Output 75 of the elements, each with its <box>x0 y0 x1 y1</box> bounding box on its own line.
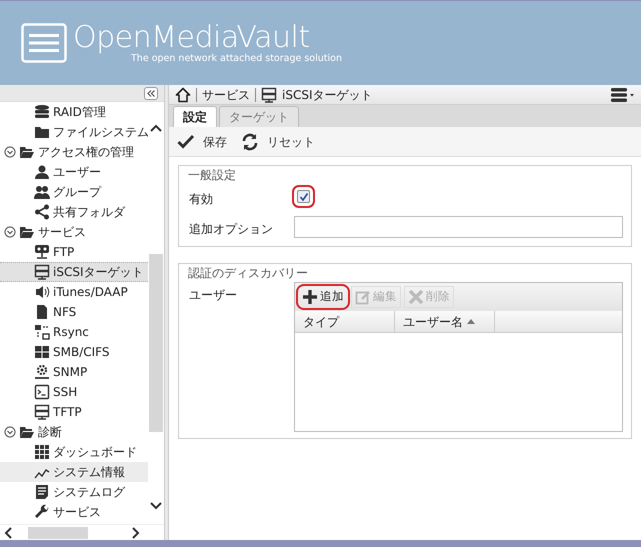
app-title: OpenMediaVault <box>73 22 310 53</box>
user-icon <box>34 164 50 180</box>
sort-ascending-icon <box>467 319 475 324</box>
windows-icon <box>34 344 50 360</box>
open-folder-icon <box>19 425 35 439</box>
logo-icon <box>21 23 67 63</box>
sync-icon <box>34 324 50 340</box>
tree-item[interactable]: 共有フォルダ <box>53 203 125 221</box>
tree-item[interactable]: ダッシュボード <box>53 443 137 461</box>
server-icon <box>261 86 277 102</box>
tree-item[interactable]: ファイルシステム <box>53 123 148 141</box>
home-icon[interactable] <box>175 86 191 102</box>
tree-item[interactable]: SMB/CIFS <box>53 343 110 361</box>
plus-icon <box>302 289 318 305</box>
tree-item[interactable]: iTunes/DAAP <box>53 283 128 301</box>
text-input-field[interactable] <box>294 216 623 238</box>
field-label: ユーザー <box>189 287 238 304</box>
scroll-down-icon[interactable] <box>150 502 162 510</box>
wrench-icon <box>34 504 50 520</box>
network-icon <box>34 244 50 260</box>
document-icon <box>34 304 50 320</box>
scroll-up-icon[interactable] <box>150 124 162 132</box>
terminal-icon <box>34 384 50 400</box>
scroll-right-icon[interactable] <box>132 526 140 538</box>
edit-icon <box>355 289 371 305</box>
toolbar-button[interactable]: 保存 <box>177 132 227 150</box>
list-document-icon <box>34 484 50 500</box>
tree-item[interactable]: グループ <box>53 183 101 201</box>
folder-icon <box>34 124 50 140</box>
server-icon <box>34 264 50 280</box>
tree-item[interactable]: TFTP <box>53 403 82 421</box>
tab[interactable]: ターゲット <box>219 106 299 127</box>
tree-item[interactable]: Rsync <box>53 323 89 341</box>
speaker-icon <box>34 284 50 300</box>
column-header[interactable]: タイプ <box>295 311 395 332</box>
column-header[interactable]: ユーザー名 <box>395 311 495 332</box>
double-chevron-icon <box>147 90 155 96</box>
tree-item[interactable]: SSH <box>53 383 78 401</box>
collapse-icon[interactable] <box>4 146 16 158</box>
menu-icon[interactable] <box>611 88 635 102</box>
tree-folder[interactable]: サービス <box>38 223 86 241</box>
users-icon <box>34 184 50 200</box>
field-label: 有効 <box>189 191 214 208</box>
grid-icon <box>34 444 50 460</box>
breadcrumb-link[interactable]: iSCSIターゲット <box>282 86 372 104</box>
scrollbar-thumb[interactable] <box>149 254 163 432</box>
app-subtitle: The open network attached storage solution <box>131 54 342 64</box>
scroll-left-icon[interactable] <box>4 526 12 538</box>
scrollbar-thumb[interactable] <box>28 526 88 538</box>
cross-icon <box>408 289 424 305</box>
tab[interactable]: 設定 <box>173 106 217 127</box>
tree-item[interactable]: FTP <box>53 243 74 261</box>
check-icon <box>177 132 195 150</box>
collapse-button[interactable] <box>144 86 158 100</box>
tree-folder[interactable]: アクセス権の管理 <box>38 143 134 161</box>
breadcrumb-link[interactable]: サービス <box>202 86 250 104</box>
tree-item[interactable]: NFS <box>53 303 76 321</box>
collapse-icon[interactable] <box>4 226 16 238</box>
refresh-icon <box>241 132 259 150</box>
toolbar-button[interactable]: リセット <box>241 132 315 150</box>
tree-item[interactable]: システムログ <box>53 483 125 501</box>
database-icon <box>34 104 50 120</box>
open-folder-icon <box>19 145 35 159</box>
tree-item[interactable]: RAID管理 <box>53 103 106 121</box>
tree-item[interactable]: サービス <box>53 503 101 521</box>
field-label: 追加オプション <box>189 221 274 238</box>
tree-folder[interactable]: 診断 <box>38 423 62 441</box>
share-icon <box>34 204 50 220</box>
server-icon <box>34 404 50 420</box>
collapse-icon[interactable] <box>4 426 16 438</box>
open-folder-icon <box>19 225 35 239</box>
gear-icon <box>34 364 50 380</box>
grid-button[interactable]: 追加 <box>298 286 348 308</box>
tree-item[interactable]: SNMP <box>53 363 88 381</box>
tree-item[interactable]: ユーザー <box>53 163 101 181</box>
